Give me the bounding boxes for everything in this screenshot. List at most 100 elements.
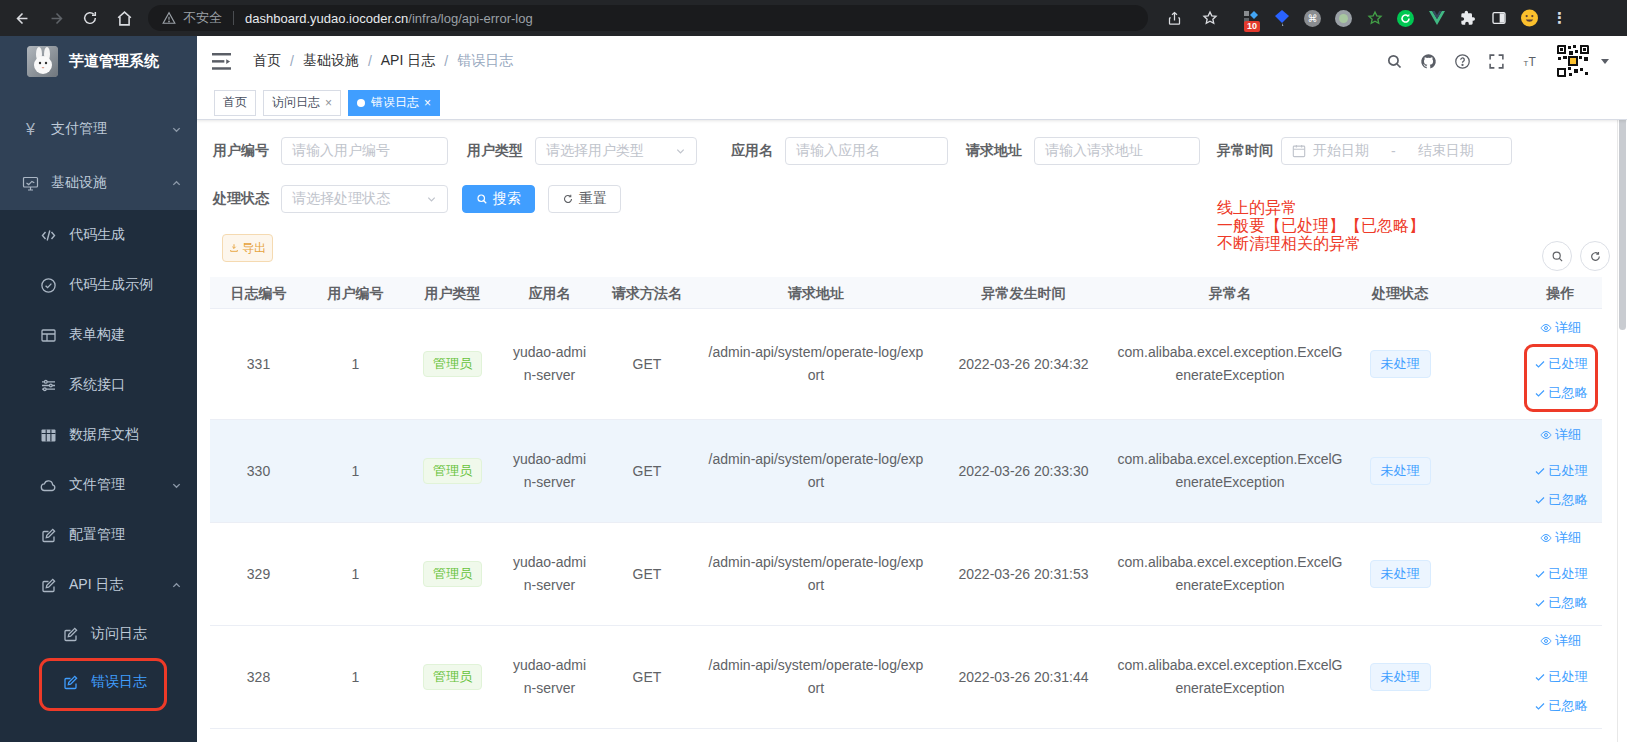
page-url[interactable]: dashboard.yudao.iocoder.cn/infra/log/api…: [245, 11, 533, 26]
date-range-input[interactable]: 开始日期 - 结束日期: [1281, 137, 1512, 165]
ignore-link[interactable]: 已忽略: [1534, 591, 1588, 614]
extension-kite-icon[interactable]: [1273, 10, 1290, 27]
cell-time: 2022-03-26 20:34:32: [936, 353, 1111, 376]
process-link[interactable]: 已处理: [1534, 665, 1588, 688]
table-row: 331 1 管理员 yudao-admin-server GET /admin-…: [210, 309, 1602, 420]
tab-错误日志[interactable]: 错误日志×: [348, 90, 440, 116]
share-icon[interactable]: [1164, 8, 1184, 28]
help-icon[interactable]: [1454, 53, 1471, 70]
ignore-link[interactable]: 已忽略: [1534, 488, 1588, 511]
process-link[interactable]: 已处理: [1534, 459, 1588, 482]
table-filled-icon: [40, 427, 57, 444]
shield-check-icon: [40, 277, 57, 294]
app-logo[interactable]: 芋道管理系统: [0, 36, 197, 86]
browser-forward-icon[interactable]: [46, 8, 66, 28]
tab-访问日志[interactable]: 访问日志×: [263, 90, 341, 116]
cell-status: 未处理: [1349, 350, 1451, 378]
tab-close-icon[interactable]: ×: [325, 96, 332, 110]
sidebar-item-访问日志[interactable]: 访问日志: [0, 610, 197, 658]
side-panel-icon[interactable]: [1490, 10, 1507, 27]
form-grid-icon: [40, 327, 57, 344]
browser-home-icon[interactable]: [114, 8, 134, 28]
table-search-toggle-icon[interactable]: [1542, 241, 1572, 271]
column-header: 异常名: [1111, 277, 1349, 309]
extension-star-icon[interactable]: [1366, 10, 1383, 27]
tab-close-icon[interactable]: ×: [424, 96, 431, 110]
fullscreen-icon[interactable]: [1488, 53, 1505, 70]
header-search-icon[interactable]: [1386, 53, 1403, 70]
sidebar-item-错误日志[interactable]: 错误日志: [0, 658, 197, 706]
browser-menu-icon[interactable]: ⋮: [1538, 9, 1577, 27]
font-size-icon[interactable]: TT: [1522, 53, 1539, 70]
browser-address-bar[interactable]: 不安全 dashboard.yudao.iocoder.cn/infra/log…: [148, 5, 1148, 31]
cell-actions: 详细 已处理 已忽略: [1451, 629, 1602, 725]
tab-首页[interactable]: 首页: [214, 90, 256, 116]
app-title: 芋道管理系统: [69, 52, 159, 71]
extension-vue-icon[interactable]: [1428, 10, 1445, 27]
detail-link[interactable]: 详细: [1540, 423, 1581, 446]
table-tools: [1542, 241, 1610, 271]
profile-avatar-icon[interactable]: [1521, 10, 1538, 27]
status-tag: 未处理: [1370, 663, 1431, 691]
user-type-select[interactable]: 请选择用户类型: [535, 137, 697, 165]
sidebar-item-数据库文档[interactable]: 数据库文档: [0, 410, 197, 460]
table-refresh-icon[interactable]: [1580, 241, 1610, 271]
breadcrumb-item[interactable]: 基础设施: [303, 52, 359, 70]
extension-badge: 10: [1244, 21, 1260, 32]
github-icon[interactable]: [1420, 53, 1437, 70]
bookmark-star-icon[interactable]: [1200, 8, 1220, 28]
sidebar-item-配置管理[interactable]: 配置管理: [0, 510, 197, 560]
process-link[interactable]: 已处理: [1534, 562, 1588, 585]
breadcrumb-item[interactable]: 首页: [253, 52, 281, 70]
extension-command-icon[interactable]: ⌘: [1304, 10, 1321, 27]
detail-link[interactable]: 详细: [1540, 316, 1581, 339]
user-id-input[interactable]: 请输入用户编号: [281, 137, 448, 165]
process-status-select[interactable]: 请选择处理状态: [281, 185, 448, 213]
sidebar-item-代码生成[interactable]: 代码生成: [0, 210, 197, 260]
column-header: 请求地址: [696, 277, 936, 309]
browser-reload-icon[interactable]: [80, 8, 100, 28]
sidebar-toggle-icon[interactable]: [212, 53, 231, 70]
logo-rabbit-icon: [27, 46, 58, 77]
sidebar-item-系统接口[interactable]: 系统接口: [0, 360, 197, 410]
extension-refresh-icon[interactable]: [1397, 10, 1414, 27]
extensions-puzzle-icon[interactable]: [1459, 10, 1476, 27]
request-url-input[interactable]: 请输入请求地址: [1034, 137, 1200, 165]
search-button[interactable]: 搜索: [462, 185, 535, 213]
user-type-tag: 管理员: [423, 561, 482, 587]
process-link[interactable]: 已处理: [1534, 352, 1588, 375]
avatar-caret-icon[interactable]: [1600, 56, 1610, 66]
sidebar-item-代码生成示例[interactable]: 代码生成示例: [0, 260, 197, 310]
request-url-label: 请求地址: [963, 142, 1034, 160]
sidebar-item-表单构建[interactable]: 表单构建: [0, 310, 197, 360]
browser-back-icon[interactable]: [12, 8, 32, 28]
sidebar-menu: ¥ 支付管理 基础设施 代码生成 代码生成示例 表单构建 系统接口 数据库文档 …: [0, 86, 197, 742]
insecure-warning-icon: [162, 11, 176, 25]
extension-stats-icon[interactable]: 10: [1242, 10, 1259, 27]
sidebar-item-文件管理[interactable]: 文件管理: [0, 460, 197, 510]
extension-recorder-icon[interactable]: [1335, 10, 1352, 27]
sidebar-item-基础设施[interactable]: 基础设施: [0, 156, 197, 210]
code-icon: [40, 227, 57, 244]
reset-button[interactable]: 重置: [548, 185, 621, 213]
exception-time-label: 异常时间: [1217, 142, 1281, 160]
chevron-down-icon: [426, 194, 437, 205]
chevron-up-icon: [171, 178, 182, 189]
chevron-down-icon: [675, 146, 686, 157]
ignore-link[interactable]: 已忽略: [1534, 381, 1588, 404]
detail-link[interactable]: 详细: [1540, 526, 1581, 549]
export-button[interactable]: 导出: [222, 234, 273, 262]
active-dot: [357, 99, 365, 107]
sidebar-item-支付管理[interactable]: ¥ 支付管理: [0, 102, 197, 156]
detail-link[interactable]: 详细: [1540, 629, 1581, 652]
sidebar-item-API 日志[interactable]: API 日志: [0, 560, 197, 610]
yen-icon: ¥: [22, 121, 39, 138]
security-label[interactable]: 不安全: [183, 9, 222, 27]
user-avatar[interactable]: [1556, 44, 1590, 78]
status-tag: 未处理: [1370, 350, 1431, 378]
cell-actions: 详细 已处理 已忽略: [1451, 526, 1602, 622]
breadcrumb-item[interactable]: API 日志: [381, 52, 435, 70]
table-row: 328 1 管理员 yudao-admin-server GET /admin-…: [210, 626, 1602, 729]
ignore-link[interactable]: 已忽略: [1534, 694, 1588, 717]
app-name-input[interactable]: 请输入应用名: [785, 137, 948, 165]
